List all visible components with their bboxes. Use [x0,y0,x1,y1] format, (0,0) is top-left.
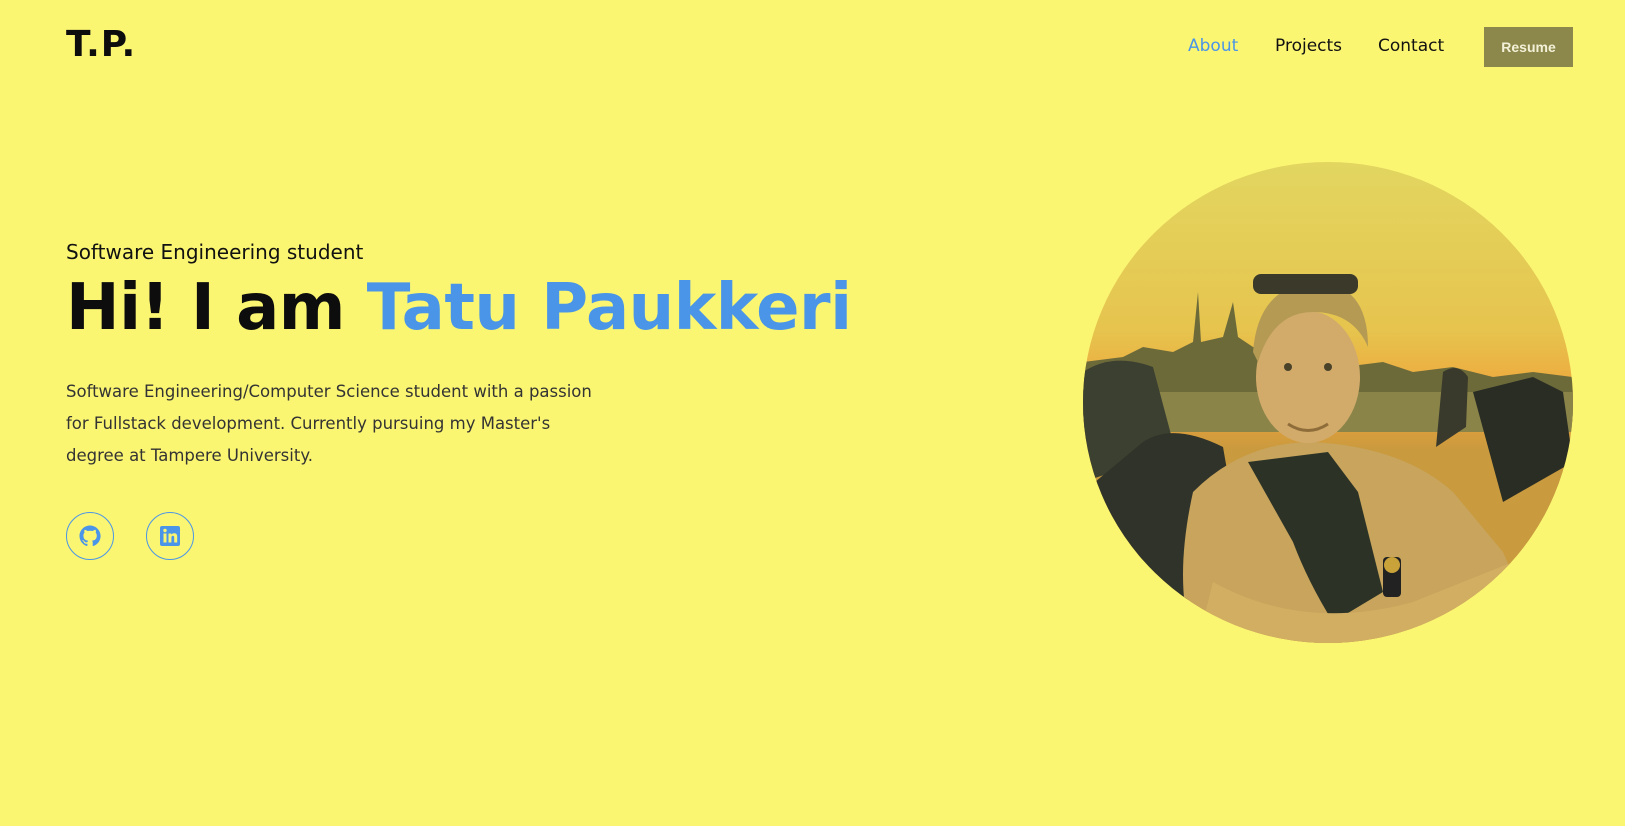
github-icon [79,525,101,547]
main-nav: About Projects Contact Resume [0,27,1625,67]
github-link[interactable] [66,512,114,560]
social-links [66,512,966,560]
resume-button[interactable]: Resume [1484,27,1573,67]
linkedin-icon [160,526,180,546]
nav-link-about[interactable]: About [1188,36,1238,56]
profile-photo [1083,162,1573,643]
nav-link-projects[interactable]: Projects [1275,36,1342,56]
hero-greeting: Hi! I am [66,271,367,345]
hero-bio: Software Engineering/Computer Science st… [66,382,592,465]
linkedin-link[interactable] [146,512,194,560]
hero-name: Tatu Paukkeri [366,271,852,345]
hero-section: Software Engineering student Hi! I am Ta… [66,240,966,560]
hero-headline: Hi! I am Tatu Paukkeri [66,270,966,346]
site-header: T.P. About Projects Contact Resume [0,0,1625,95]
hero-subtitle: Software Engineering student [66,240,364,264]
profile-photo-illustration [1083,162,1573,643]
nav-link-contact[interactable]: Contact [1378,36,1444,56]
